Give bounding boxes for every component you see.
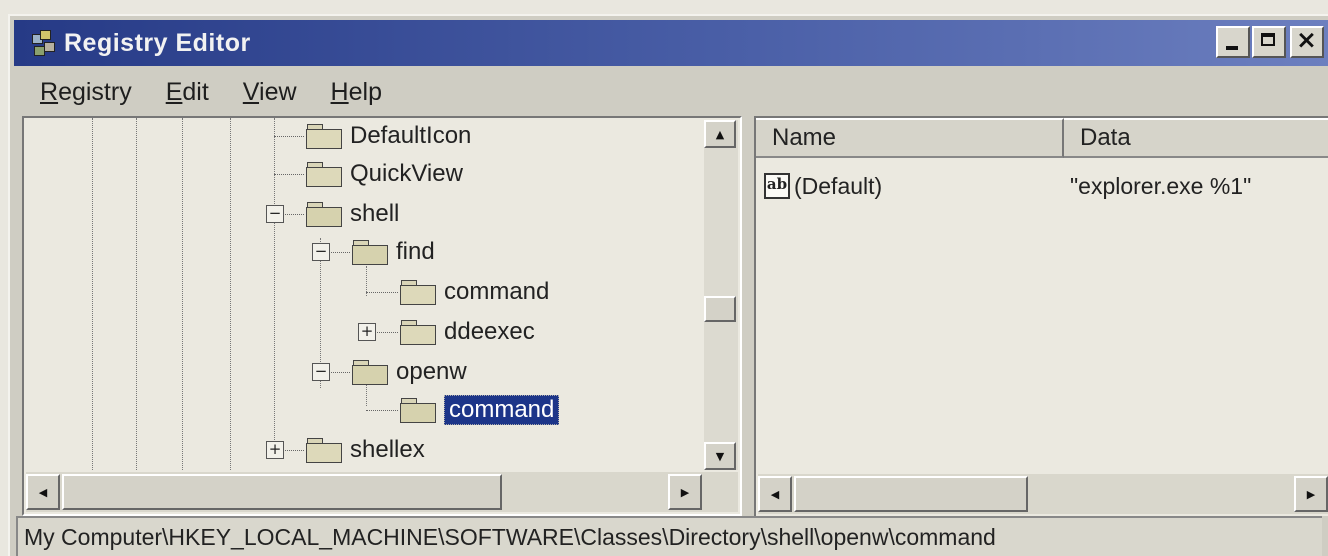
open-folder-icon (400, 398, 436, 423)
registry-key-tree[interactable]: − − + − + DefaultIcon QuickView shell fi… (22, 116, 742, 516)
arrow-right-icon: ▶ (1306, 487, 1316, 501)
list-header: Name Data (756, 118, 1328, 158)
scroll-up-button[interactable]: ▲ (704, 120, 736, 148)
value-name: (Default) (794, 172, 883, 199)
menu-help[interactable]: Help (331, 78, 382, 107)
tree-item-shell[interactable]: shell (306, 196, 399, 232)
title-bar[interactable]: Registry Editor × (14, 20, 1328, 66)
menu-view[interactable]: View (243, 78, 297, 107)
scroll-left-button[interactable]: ◀ (26, 474, 60, 510)
menu-edit[interactable]: Edit (166, 78, 209, 107)
minimize-icon (1226, 46, 1238, 50)
maximize-icon (1261, 33, 1275, 46)
collapse-shell-button[interactable]: − (266, 205, 284, 223)
arrow-left-icon: ◀ (38, 485, 48, 499)
folder-icon (400, 280, 436, 305)
values-horizontal-scrollbar[interactable]: ◀ ▶ (758, 474, 1328, 514)
horizontal-scroll-thumb[interactable] (794, 476, 1028, 512)
scroll-thumb[interactable] (704, 296, 736, 322)
tree-item-ddeexec[interactable]: ddeexec (400, 314, 535, 350)
tree-item-find-command[interactable]: command (400, 274, 549, 310)
arrow-left-icon: ◀ (770, 487, 780, 501)
scroll-down-button[interactable]: ▼ (704, 442, 736, 470)
string-value-icon: ab (764, 173, 790, 199)
column-header-name[interactable]: Name (756, 118, 1064, 158)
expand-shellex-button[interactable]: + (266, 441, 284, 459)
menu-registry[interactable]: Registry (40, 78, 132, 107)
value-data: "explorer.exe %1" (1070, 172, 1252, 199)
tree-vertical-scrollbar[interactable]: ▲ ▼ (704, 120, 738, 470)
close-button[interactable]: × (1290, 25, 1324, 58)
horizontal-scroll-thumb[interactable] (62, 474, 502, 510)
column-header-data[interactable]: Data (1064, 118, 1328, 158)
tree-item-shellex[interactable]: shellex (306, 432, 425, 468)
registry-editor-window: Registry Editor × Registry Edit View Hel… (8, 14, 1328, 556)
tree-horizontal-scrollbar[interactable]: ◀ ▶ (26, 472, 738, 512)
tree-item-openw[interactable]: openw (352, 354, 467, 390)
menu-bar: Registry Edit View Help (14, 72, 390, 112)
registry-app-icon (30, 30, 56, 56)
folder-icon (400, 320, 436, 345)
scroll-right-button[interactable]: ▶ (1294, 476, 1328, 512)
maximize-button[interactable] (1252, 26, 1286, 58)
status-bar: My Computer\HKEY_LOCAL_MACHINE\SOFTWARE\… (16, 516, 1322, 556)
tree-item-find[interactable]: find (352, 234, 435, 270)
status-path: My Computer\HKEY_LOCAL_MACHINE\SOFTWARE\… (24, 523, 996, 550)
arrow-up-icon: ▲ (715, 127, 725, 141)
close-icon: × (1296, 25, 1317, 54)
expand-ddeexec-button[interactable]: + (358, 323, 376, 341)
folder-icon (306, 438, 342, 463)
folder-icon (306, 162, 342, 187)
scroll-right-button[interactable]: ▶ (668, 474, 702, 510)
registry-values-list[interactable]: Name Data ab (Default) "explorer.exe %1"… (754, 116, 1328, 516)
window-title: Registry Editor (64, 28, 251, 57)
collapse-openw-button[interactable]: − (312, 363, 330, 381)
minimize-button[interactable] (1216, 26, 1250, 58)
value-row-default[interactable]: ab (Default) "explorer.exe %1" (764, 168, 1324, 204)
tree-item-quickview[interactable]: QuickView (306, 156, 463, 192)
tree-item-openw-command-selected[interactable]: command (400, 392, 560, 428)
collapse-find-button[interactable]: − (312, 243, 330, 261)
open-folder-icon (352, 360, 388, 385)
arrow-down-icon: ▼ (715, 449, 725, 463)
open-folder-icon (306, 202, 342, 227)
scroll-left-button[interactable]: ◀ (758, 476, 792, 512)
arrow-right-icon: ▶ (680, 485, 690, 499)
tree-item-defaulticon[interactable]: DefaultIcon (306, 118, 471, 154)
folder-icon (306, 124, 342, 149)
open-folder-icon (352, 240, 388, 265)
